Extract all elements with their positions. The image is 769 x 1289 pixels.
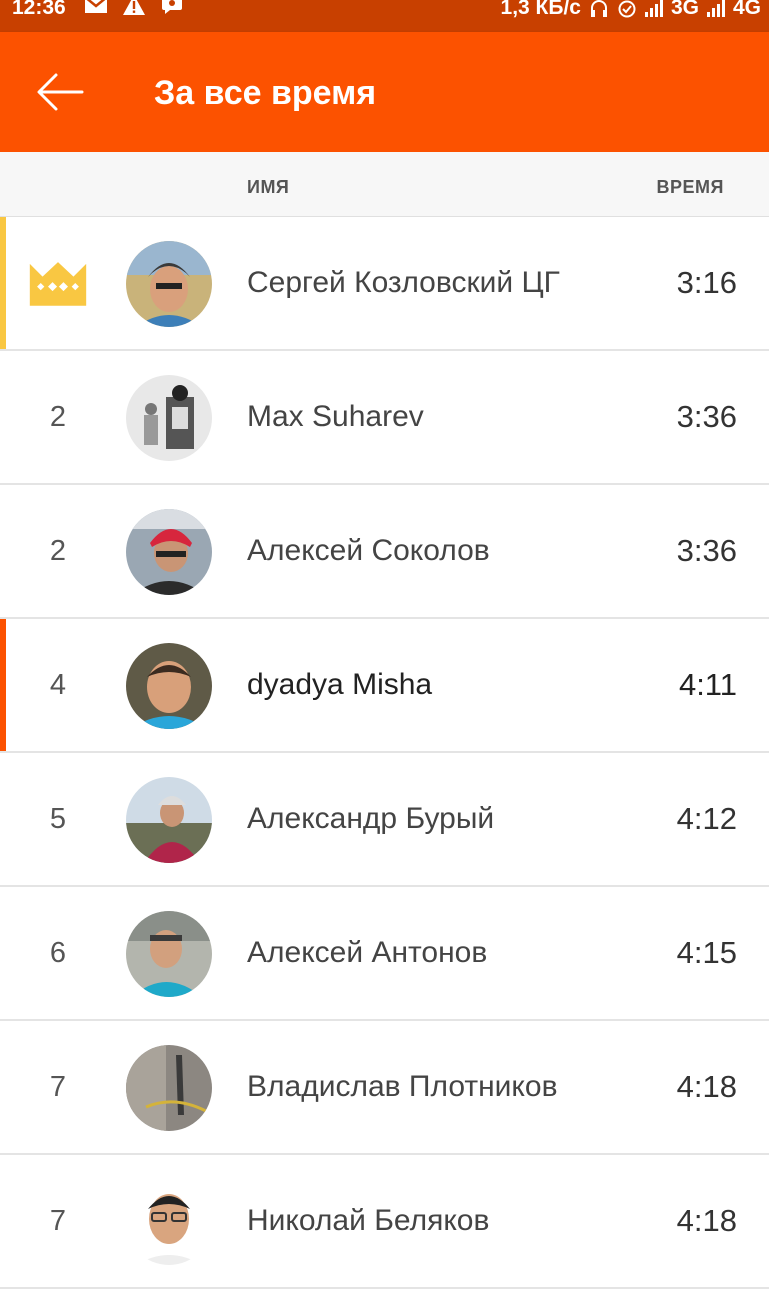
network-type-1: 3G <box>670 0 699 19</box>
signal-icon <box>644 0 663 17</box>
athlete-name[interactable]: Алексей Соколов <box>247 485 627 617</box>
effort-time: 3:36 <box>676 399 737 434</box>
rank-crown <box>28 217 88 349</box>
rank-number: 5 <box>49 802 67 835</box>
back-button[interactable] <box>30 62 90 122</box>
status-indicators: 1,3 КБ/с 3G 4G <box>501 0 761 20</box>
leaderboard-row[interactable]: 7 Владислав Плотников 4:18 <box>0 1021 769 1155</box>
rank-number: 6 <box>49 936 67 969</box>
headphones-icon <box>590 0 607 17</box>
rank-number: 2 <box>49 400 67 433</box>
leaderboard-row-current-user[interactable]: 4 dyadya Misha 4:11 <box>0 619 769 753</box>
page-title: За все время <box>154 74 377 112</box>
avatar[interactable] <box>126 777 212 863</box>
column-name-header: ИМЯ <box>247 177 290 197</box>
rank-number: 7 <box>49 1204 67 1237</box>
network-type-2: 4G <box>732 0 761 19</box>
effort-time: 4:15 <box>676 935 737 970</box>
avatar[interactable] <box>126 643 212 729</box>
athlete-name[interactable]: Владислав Плотников <box>247 1021 627 1153</box>
effort-time: 3:36 <box>676 533 737 568</box>
column-time-header: ВРЕМЯ <box>656 177 724 197</box>
status-time: 12:36 <box>12 0 66 19</box>
leaderboard-row[interactable]: 5 Александр Бурый 4:12 <box>0 753 769 887</box>
athlete-name[interactable]: dyadya Misha <box>247 619 627 751</box>
signal-icon-2 <box>706 0 725 17</box>
leaderboard-row[interactable]: 6 Алексей Антонов 4:15 <box>0 887 769 1021</box>
avatar[interactable] <box>126 911 212 997</box>
avatar[interactable] <box>126 241 212 327</box>
current-user-accent-bar <box>0 619 6 751</box>
athlete-name[interactable]: Алексей Антонов <box>247 887 627 1019</box>
athlete-name[interactable]: Николай Беляков <box>247 1155 627 1287</box>
avatar[interactable] <box>126 1179 212 1265</box>
effort-time: 3:16 <box>676 265 737 300</box>
effort-time: 4:18 <box>676 1203 737 1238</box>
avatar[interactable] <box>126 509 212 595</box>
avatar[interactable] <box>126 375 212 461</box>
crown-icon <box>29 262 87 306</box>
leaderboard-list: Сергей Козловский ЦГ 3:16 2 Max Suharev … <box>0 217 769 1289</box>
net-speed: 1,3 КБ/с <box>500 0 581 19</box>
status-bar: 12:36 1,3 КБ/с 3G 4G <box>0 0 769 32</box>
effort-time: 4:12 <box>676 801 737 836</box>
leaderboard-header: ИМЯ ВРЕМЯ <box>0 152 769 217</box>
athlete-name[interactable]: Александр Бурый <box>247 753 627 885</box>
mail-icon <box>85 0 107 13</box>
athlete-name[interactable]: Сергей Козловский ЦГ <box>247 217 627 349</box>
rank-number: 7 <box>49 1070 67 1103</box>
rank-number: 4 <box>49 668 67 701</box>
athlete-name[interactable]: Max Suharev <box>247 351 627 483</box>
effort-time: 4:11 <box>678 667 737 702</box>
warning-icon <box>123 0 145 15</box>
alarm-icon <box>618 0 636 18</box>
notification-icon <box>162 0 182 14</box>
rank-number: 2 <box>49 534 67 567</box>
leader-accent-bar <box>0 217 6 349</box>
status-notifications <box>84 0 184 16</box>
avatar[interactable] <box>126 1045 212 1131</box>
arrow-left-icon <box>37 73 84 111</box>
app-bar: За все время <box>0 32 769 152</box>
leaderboard-row[interactable]: 2 Алексей Соколов 3:36 <box>0 485 769 619</box>
leaderboard-row[interactable]: 2 Max Suharev 3:36 <box>0 351 769 485</box>
leaderboard-row[interactable]: 7 Николай Беляков 4:18 <box>0 1155 769 1289</box>
effort-time: 4:18 <box>676 1069 737 1104</box>
leaderboard-row[interactable]: Сергей Козловский ЦГ 3:16 <box>0 217 769 351</box>
